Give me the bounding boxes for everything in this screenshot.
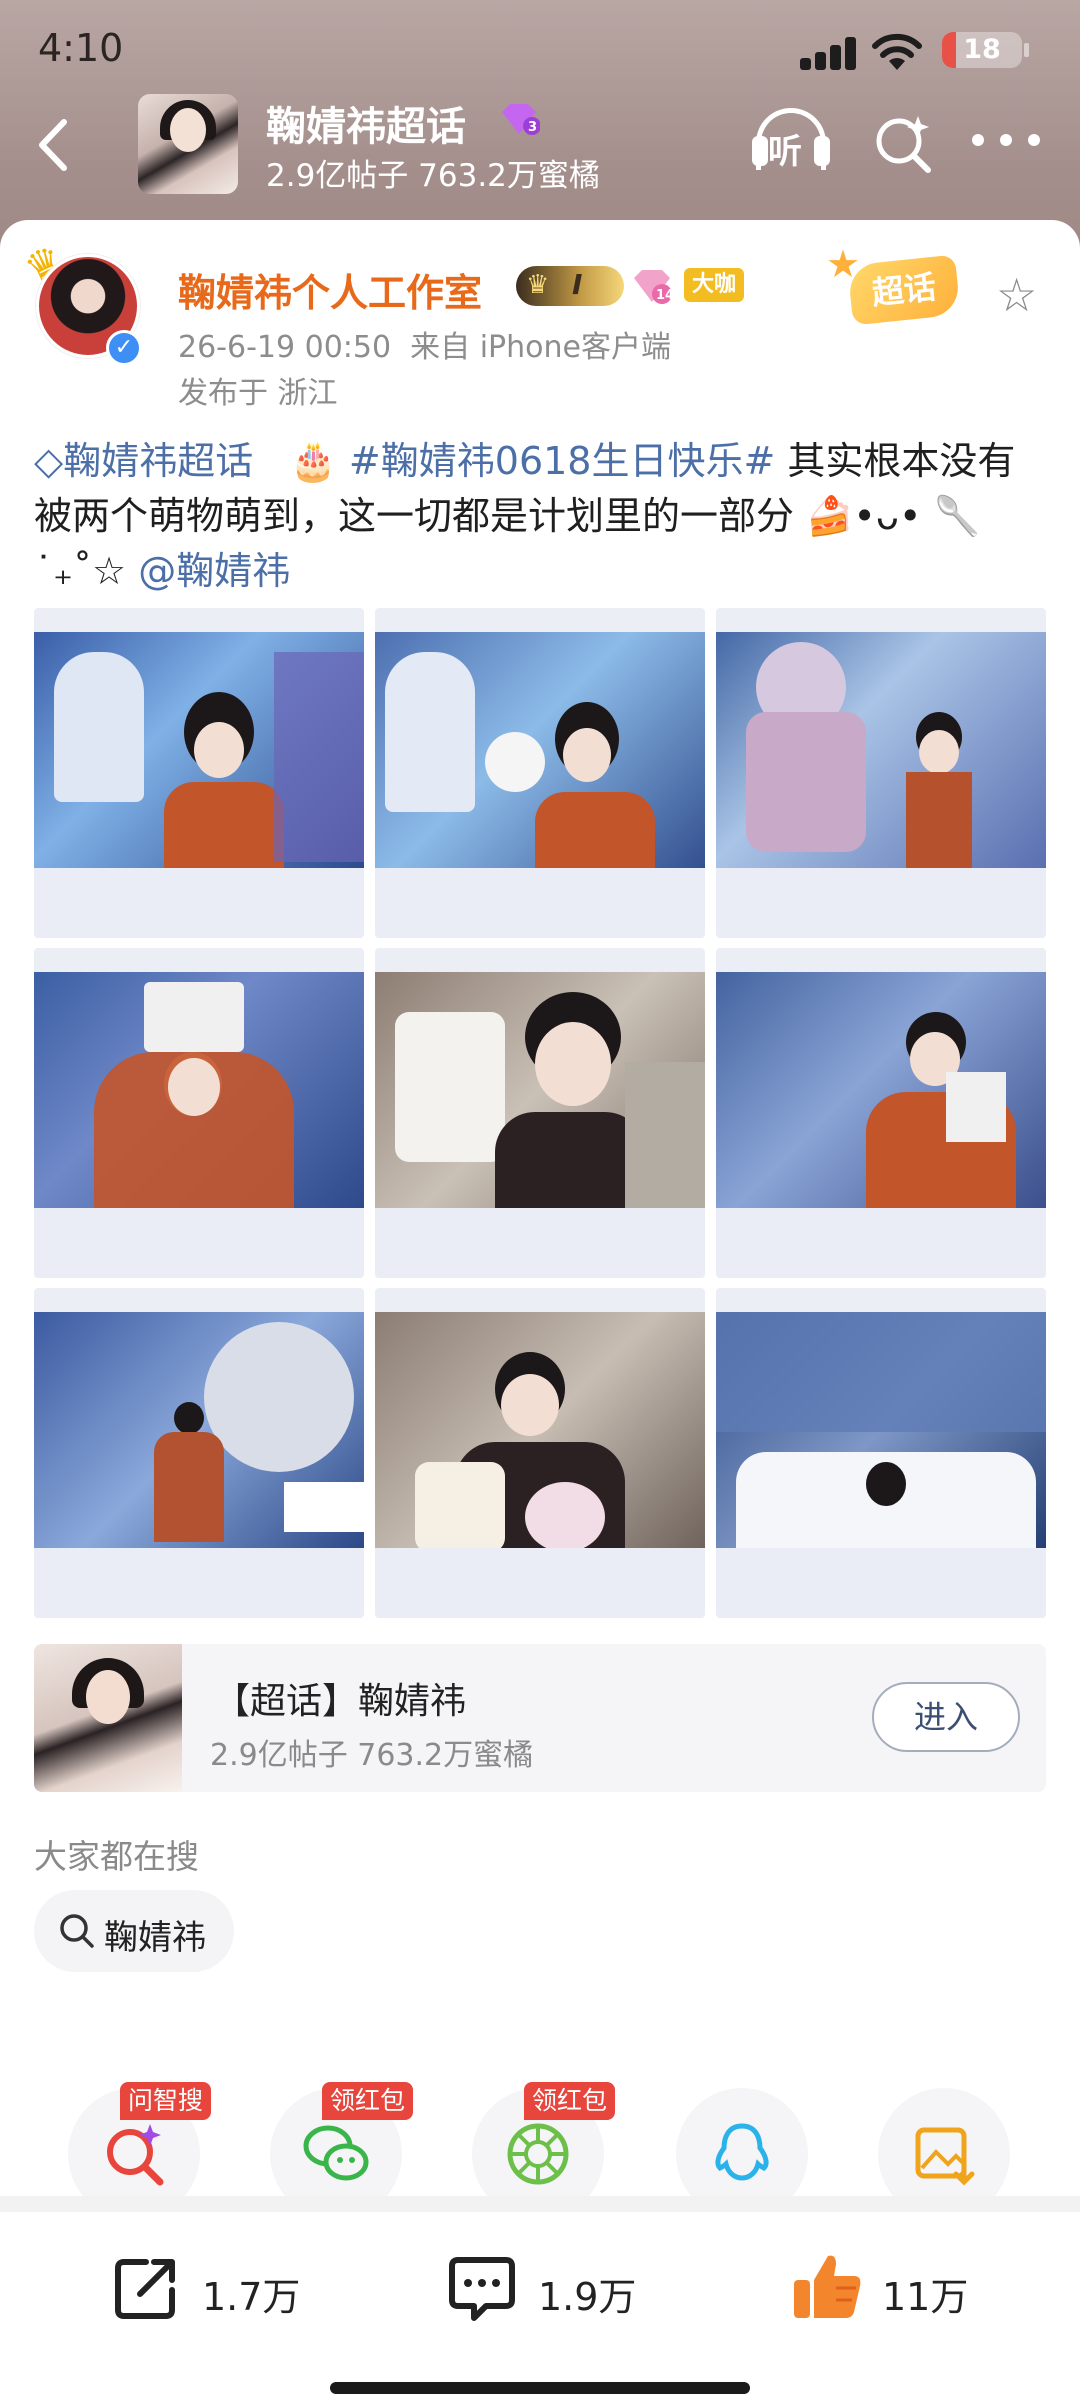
save-image-icon — [915, 2127, 975, 2186]
search-chip-label: 鞠婧祎 — [104, 1918, 206, 1958]
post-datetime: 26-6-19 00:50 — [178, 330, 392, 365]
trending-search-title: 大家都在搜 — [34, 1837, 199, 1876]
author-name[interactable]: 鞠婧祎个人工作室 — [178, 262, 482, 317]
like-thumb-icon — [794, 2255, 861, 2318]
listen-label: 听 — [768, 132, 802, 172]
member-level-badge: ♛ I — [516, 266, 624, 306]
qq-icon — [715, 2123, 769, 2181]
status-time: 4:10 — [38, 26, 124, 70]
section-divider — [0, 2196, 1080, 2212]
post-image[interactable] — [716, 1288, 1046, 1618]
like-count: 11万 — [882, 2275, 969, 2319]
action-bar: 1.7万 1.9万 11万 — [0, 2212, 1080, 2408]
post-location: 发布于 浙江 — [178, 376, 338, 411]
enter-button[interactable]: 进入 — [872, 1682, 1020, 1752]
topic-link[interactable]: ◇鞠婧祎超话 — [34, 439, 253, 483]
post-image[interactable] — [375, 948, 705, 1278]
signal-icon — [800, 36, 858, 70]
post-image[interactable] — [716, 948, 1046, 1278]
post-source: 来自 iPhone客户端 — [410, 330, 671, 365]
image-grid — [34, 608, 1046, 1618]
like-button[interactable]: 11万 — [790, 2252, 990, 2332]
more-icon[interactable] — [972, 134, 1042, 150]
wifi-icon — [872, 33, 922, 70]
listen-button[interactable]: 听 — [752, 106, 830, 172]
battery-level: 18 — [963, 34, 1001, 65]
mention-link[interactable]: @鞠婧祎 — [138, 549, 290, 593]
chaohua-tag[interactable]: 超话 — [847, 254, 961, 326]
topic-avatar[interactable] — [138, 94, 238, 194]
cake-emoji: 🎂 — [289, 439, 337, 483]
topic-link-text[interactable]: 鞠婧祎超话 — [63, 439, 253, 483]
post-image[interactable] — [375, 1288, 705, 1618]
wechat-icon — [303, 2125, 369, 2181]
search-chip[interactable]: 鞠婧祎 — [34, 1890, 234, 1972]
supertopic-title: 【超话】鞠婧祎 — [214, 1681, 467, 1722]
repost-count: 1.7万 — [202, 2275, 301, 2319]
svg-text:14: 14 — [656, 288, 674, 303]
verified-icon: ✓ — [106, 330, 142, 366]
post-meta: 26-6-19 00:50 来自 iPhone客户端 — [178, 322, 671, 366]
comment-button[interactable]: 1.9万 — [446, 2252, 646, 2332]
back-arrow-icon[interactable] — [30, 112, 80, 178]
comment-count: 1.9万 — [538, 2275, 637, 2319]
search-icon — [60, 1914, 94, 1948]
ai-search-icon — [107, 2124, 164, 2186]
status-bar: 4:10 18 — [0, 0, 1080, 100]
favorite-star-icon[interactable]: ☆ — [996, 268, 1037, 322]
svg-text:3: 3 — [528, 120, 537, 135]
hashtag-link[interactable]: #鞠婧祎0618生日快乐# — [349, 439, 775, 483]
share-tag: 问智搜 — [120, 2082, 212, 2120]
share-tag: 领红包 — [322, 2082, 414, 2120]
post-image[interactable] — [34, 948, 364, 1278]
diamond-vip-icon: 14 — [634, 270, 674, 304]
post-image[interactable] — [34, 608, 364, 938]
battery-tip — [1024, 43, 1029, 57]
bigshot-badge: 大咖 — [684, 268, 745, 302]
supertopic-stats: 2.9亿帖子 763.2万蜜橘 — [210, 1738, 534, 1773]
share-tag: 领红包 — [524, 2082, 616, 2120]
home-indicator[interactable] — [330, 2382, 750, 2394]
post-image[interactable] — [34, 1288, 364, 1618]
topic-title[interactable]: 鞠婧祎超话 — [266, 94, 466, 152]
topic-stats: 2.9亿帖子 763.2万蜜橘 — [266, 158, 600, 194]
post-image[interactable] — [716, 608, 1046, 938]
repost-icon — [115, 2259, 175, 2319]
topic-nav-bar: 鞠婧祎超话 3 2.9亿帖子 763.2万蜜橘 听 — [0, 90, 1080, 200]
supertopic-card[interactable]: 【超话】鞠婧祎 2.9亿帖子 763.2万蜜橘 进入 — [34, 1644, 1046, 1792]
battery-icon: 18 — [942, 32, 1022, 68]
member-level-text: I — [572, 268, 583, 301]
ai-search-icon[interactable] — [872, 112, 934, 174]
post-card: ♛ ✓ 鞠婧祎个人工作室 ♛ I 14 大咖 26-6-19 00:50 来自 … — [0, 220, 1080, 2408]
post-image[interactable] — [375, 608, 705, 938]
diamond-level-icon: 3 — [502, 104, 540, 135]
comment-icon — [449, 2257, 515, 2321]
supertopic-cover — [34, 1644, 182, 1792]
post-text: ◇鞠婧祎超话 🎂 #鞠婧祎0618生日快乐# 其实根本没有被两个萌物萌到，这一切… — [34, 434, 1046, 599]
repost-button[interactable]: 1.7万 — [110, 2252, 310, 2332]
moments-icon — [507, 2123, 569, 2185]
